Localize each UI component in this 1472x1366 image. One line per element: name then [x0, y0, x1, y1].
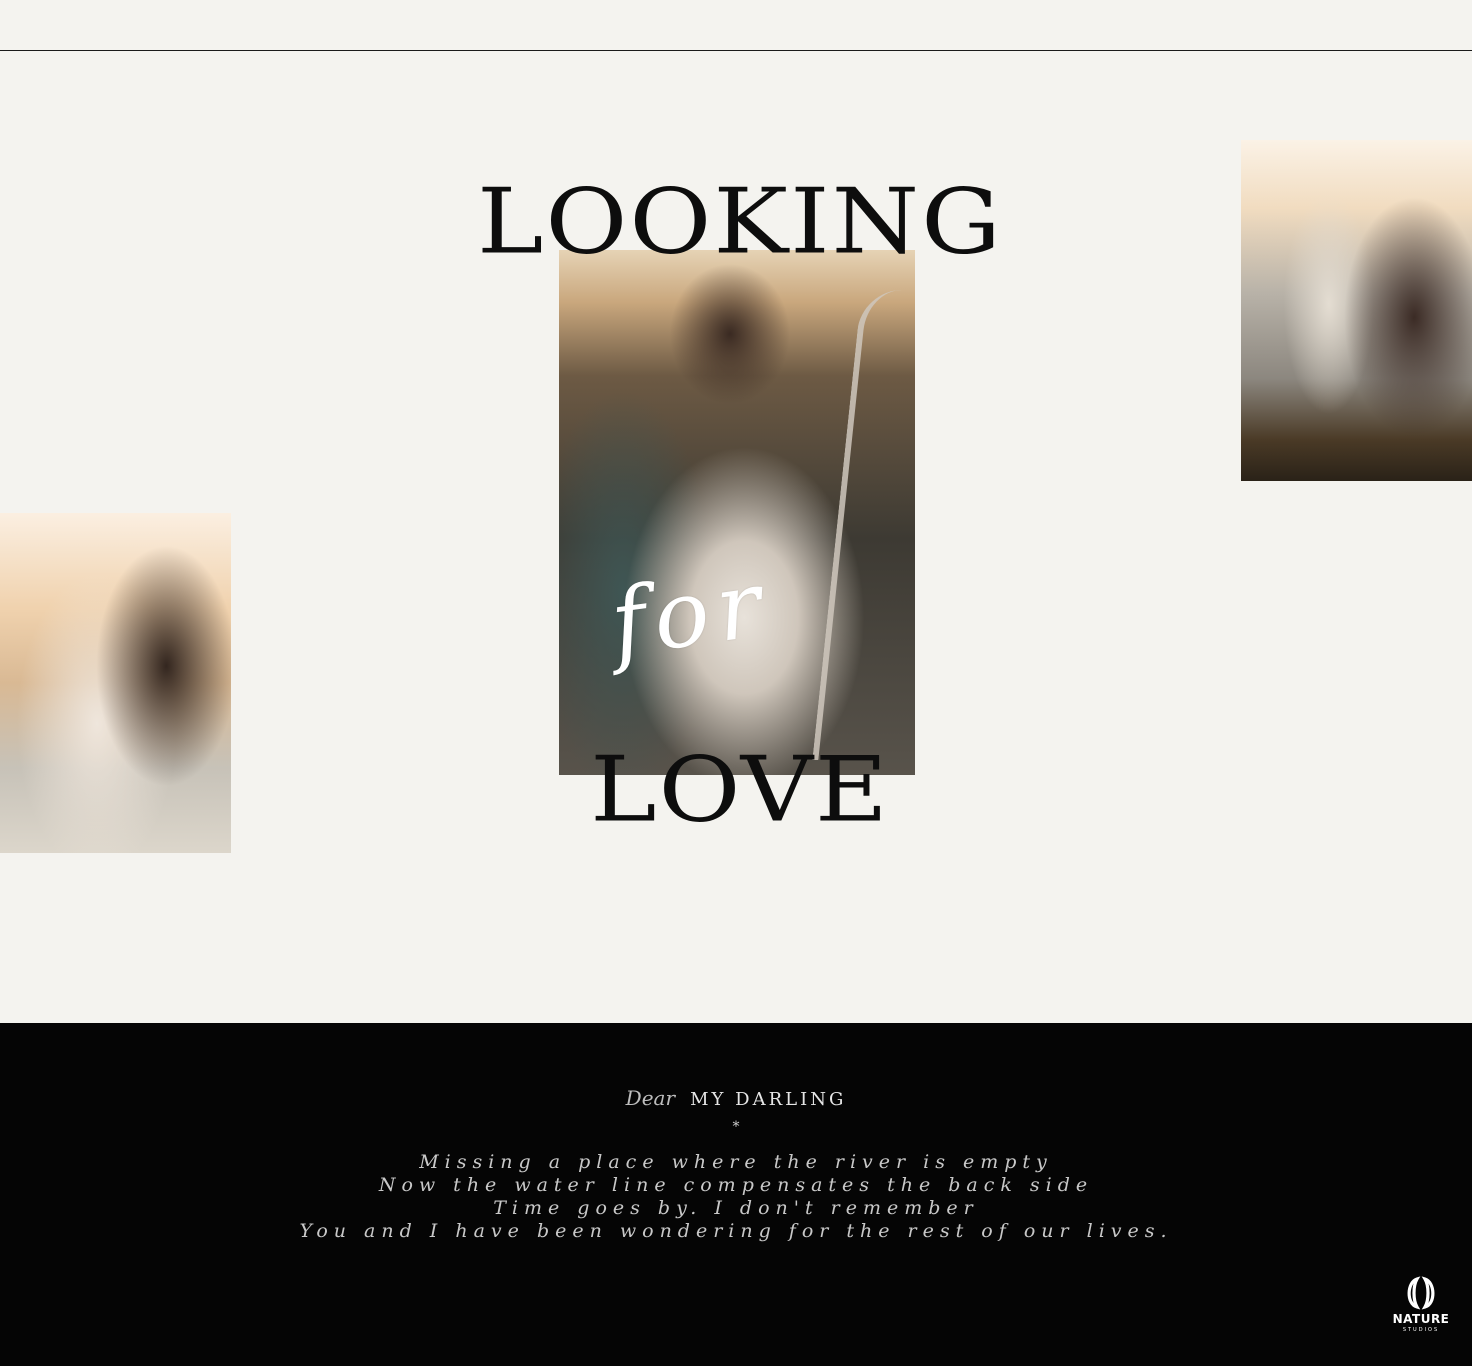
- headline-looking: LOOKING: [477, 168, 1003, 275]
- poem-line: Time goes by. I don't remember: [493, 1197, 979, 1219]
- salutation-name: MY DARLING: [690, 1089, 847, 1110]
- nature-logo-icon: [1407, 1276, 1435, 1310]
- couple-photo-left: [0, 513, 231, 853]
- poem-line: You and I have been wondering for the re…: [299, 1220, 1173, 1242]
- salutation: Dear MY DARLING: [0, 1086, 1472, 1110]
- letter-section: Dear MY DARLING * Missing a place where …: [0, 1023, 1472, 1366]
- car-windshield-frame: [812, 290, 915, 760]
- top-divider-line: [0, 50, 1472, 51]
- salutation-dear: Dear: [625, 1086, 676, 1110]
- headline-love: LOVE: [590, 736, 890, 843]
- couple-photo-main: [559, 250, 915, 775]
- brand-logo: NATURE STUDIOS: [1384, 1276, 1458, 1333]
- brand-tagline: STUDIOS: [1402, 1327, 1440, 1333]
- brand-name: NATURE: [1392, 1312, 1450, 1326]
- couple-photo-right: [1241, 140, 1472, 481]
- poem-verse: Missing a place where the river is empty…: [286, 1151, 1186, 1243]
- poem-line: Missing a place where the river is empty: [419, 1151, 1053, 1173]
- poem-line: Now the water line compensates the back …: [378, 1174, 1094, 1196]
- star-divider: *: [732, 1119, 740, 1135]
